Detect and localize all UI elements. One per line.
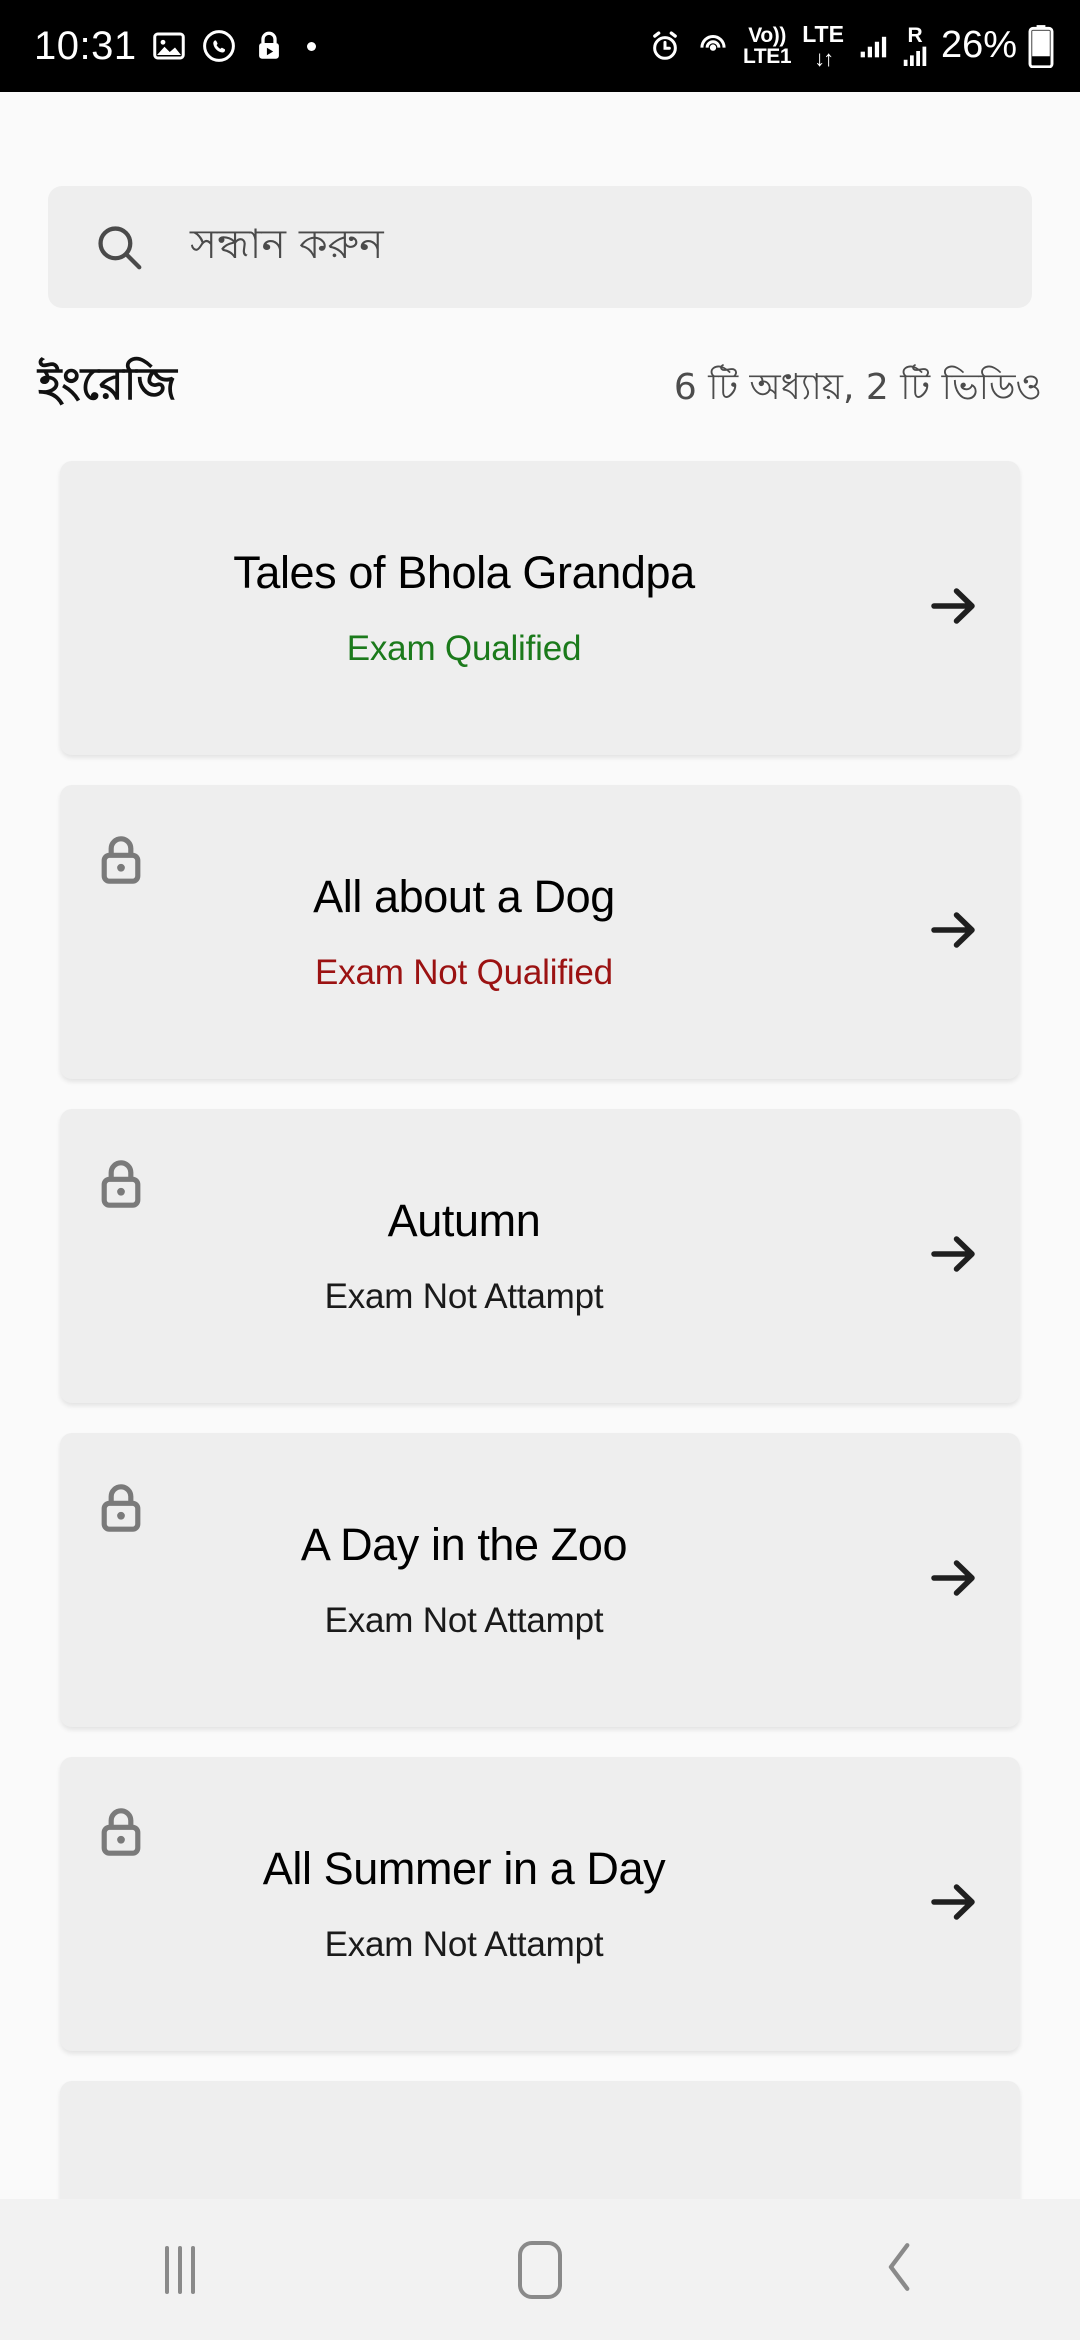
chapter-status: Exam Not Attampt (324, 1277, 604, 1316)
scroll-content[interactable]: সন্ধান করুন ইংরেজি 6 টি অধ্যায়, 2 টি ভি… (0, 92, 1080, 2199)
data-arrows-icon: ↓↑ (814, 45, 834, 71)
chapter-open-button[interactable] (888, 576, 1020, 641)
system-navigation-bar (0, 2199, 1080, 2340)
whatsapp-icon (201, 28, 237, 64)
chapter-card[interactable]: A Day in the Zoo Exam Not Attampt (60, 1433, 1020, 1727)
hotspot-icon (694, 27, 732, 65)
signal-icon (855, 29, 889, 63)
chapter-list: Tales of Bhola Grandpa Exam Qualified Al… (0, 461, 1080, 2199)
status-clock: 10:31 (34, 23, 137, 68)
status-bar-left: 10:31 (34, 24, 316, 69)
lock-icon (90, 829, 152, 896)
search-input[interactable]: সন্ধান করুন (48, 186, 1032, 308)
search-icon (92, 220, 146, 274)
status-bar-right: Vo)) LTE1 LTE ↓↑ R 26% (647, 21, 1054, 71)
lock-icon (90, 1801, 152, 1868)
chapter-open-button[interactable] (888, 1872, 1020, 1937)
roaming-signal-icon: R (900, 25, 930, 67)
battery-percent: 26% (940, 24, 1017, 67)
chapter-title: Tales of Bhola Grandpa (233, 547, 695, 598)
chapter-card-body: All Summer in a Day Exam Not Attampt (60, 1843, 888, 1965)
search-placeholder: সন্ধান করুন (190, 219, 384, 268)
chapter-card-body: Tales of Bhola Grandpa Exam Qualified (60, 547, 888, 669)
arrow-right-icon (924, 576, 984, 641)
chapter-card[interactable]: All about a Dog Exam Not Qualified (60, 785, 1020, 1079)
page-title: ইংরেজি (38, 357, 177, 410)
chapter-open-button[interactable] (888, 1224, 1020, 1289)
alarm-icon (647, 28, 683, 64)
chapter-card-body: All about a Dog Exam Not Qualified (60, 871, 888, 993)
section-meta: 6 টি অধ্যায়, 2 টি ভিডিও (673, 367, 1042, 408)
chapter-card[interactable]: Autumn Exam Not Attampt (60, 1109, 1020, 1403)
volte-icon: Vo)) LTE1 (743, 23, 792, 68)
lock-media-icon (251, 28, 287, 64)
back-button[interactable] (720, 2199, 1080, 2340)
chapter-open-button[interactable] (888, 1548, 1020, 1613)
battery-icon (1028, 24, 1054, 68)
lte-icon: LTE ↓↑ (802, 21, 844, 71)
section-header: ইংরেজি 6 টি অধ্যায়, 2 টি ভিডিও (38, 350, 1042, 425)
arrow-right-icon (924, 900, 984, 965)
home-button[interactable] (360, 2199, 720, 2340)
chapter-card-body: Autumn Exam Not Attampt (60, 1195, 888, 1317)
chapter-title: A Day in the Zoo (300, 1519, 628, 1570)
image-icon (151, 28, 187, 64)
home-icon (518, 2240, 562, 2299)
arrow-right-icon (924, 1548, 984, 1613)
chevron-left-icon (878, 2238, 922, 2301)
status-bar: 10:31 Vo)) LTE1 LTE ↓↑ R 26% (0, 0, 1080, 92)
recents-button[interactable] (0, 2199, 360, 2340)
chapter-title: Autumn (387, 1195, 541, 1246)
chapter-status: Exam Not Qualified (315, 953, 613, 992)
chapter-status: Exam Not Attampt (324, 1601, 604, 1640)
chapter-card[interactable]: All Summer in a Day Exam Not Attampt (60, 1757, 1020, 2051)
arrow-right-icon (924, 1872, 984, 1937)
chapter-card[interactable]: Tales of Bhola Grandpa Exam Qualified (60, 461, 1020, 755)
chapter-status: Exam Qualified (346, 629, 582, 668)
chapter-title: All about a Dog (313, 871, 615, 922)
arrow-right-icon (924, 1224, 984, 1289)
chapter-card-body: A Day in the Zoo Exam Not Attampt (60, 1519, 888, 1641)
notification-dot-icon (306, 41, 316, 51)
chapter-title: All Summer in a Day (262, 1843, 666, 1894)
lock-icon (90, 1477, 152, 1544)
chapter-open-button[interactable] (888, 900, 1020, 965)
lock-icon (90, 1153, 152, 1220)
chapter-card[interactable] (60, 2081, 1020, 2199)
recents-icon (165, 2245, 195, 2294)
chapter-status: Exam Not Attampt (324, 1925, 604, 1964)
app-screen: সন্ধান করুন ইংরেজি 6 টি অধ্যায়, 2 টি ভি… (0, 92, 1080, 2340)
